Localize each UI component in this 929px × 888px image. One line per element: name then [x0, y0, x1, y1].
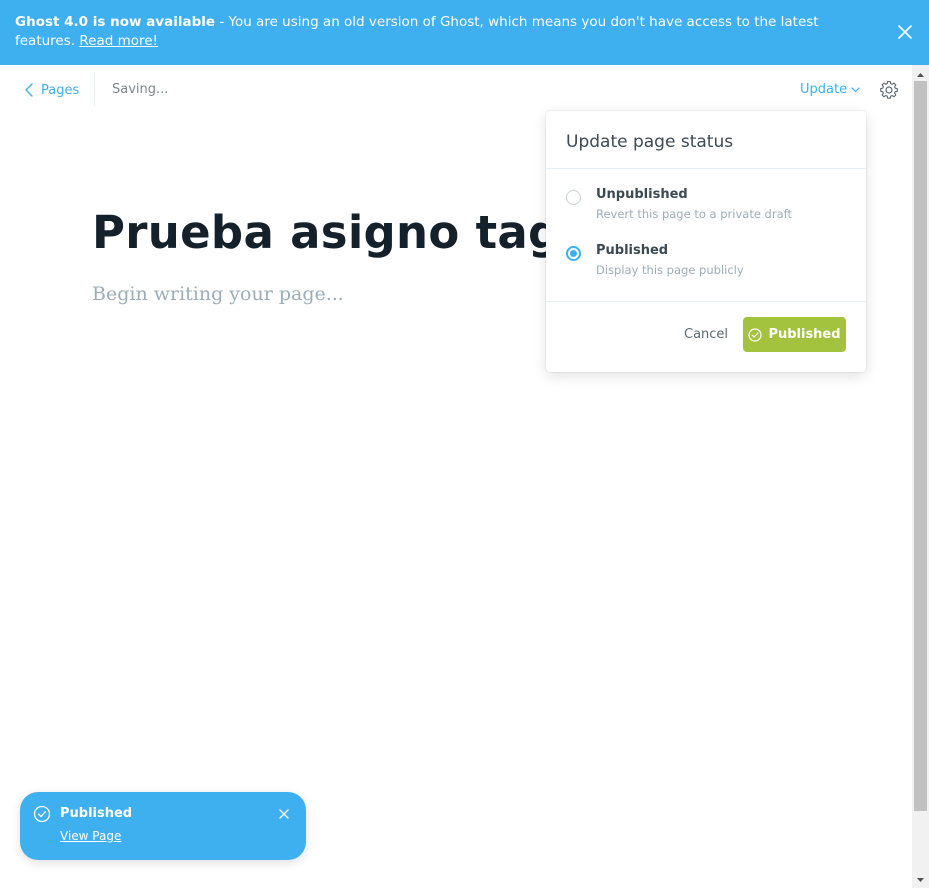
- editor-body-placeholder[interactable]: Begin writing your page...: [92, 283, 344, 305]
- scroll-up-arrow-icon[interactable]: [912, 67, 929, 81]
- option-unpublished[interactable]: Unpublished Revert this page to a privat…: [566, 187, 846, 227]
- back-to-pages-link[interactable]: Pages: [25, 80, 79, 100]
- update-dropdown-trigger[interactable]: Update: [800, 82, 860, 97]
- published-radio[interactable]: [566, 246, 581, 261]
- close-icon[interactable]: [895, 22, 915, 42]
- unpublished-radio[interactable]: [566, 190, 581, 205]
- option-description: Display this page publicly: [596, 263, 744, 277]
- option-label: Unpublished: [596, 187, 688, 202]
- notification-title: Published: [60, 806, 133, 821]
- publish-menu: Update page status Unpublished Revert th…: [546, 111, 866, 372]
- read-more-link[interactable]: Read more!: [79, 33, 158, 49]
- view-page-link[interactable]: View Page: [60, 829, 121, 843]
- cancel-button[interactable]: Cancel: [684, 327, 728, 342]
- published-notification: Published View Page: [20, 792, 306, 860]
- menu-divider: [546, 301, 866, 302]
- upgrade-banner: Ghost 4.0 is now available - You are usi…: [0, 0, 929, 65]
- published-button[interactable]: Published: [743, 317, 846, 352]
- chevron-left-icon: [25, 83, 33, 97]
- gear-icon[interactable]: [879, 80, 899, 100]
- published-button-label: Published: [768, 327, 841, 342]
- close-icon[interactable]: [276, 806, 292, 822]
- scrollbar-thumb[interactable]: [914, 81, 927, 811]
- check-circle-icon: [748, 327, 763, 342]
- save-status: Saving...: [112, 82, 169, 97]
- option-label: Published: [596, 243, 669, 258]
- option-published[interactable]: Published Display this page publicly: [566, 243, 846, 283]
- update-label: Update: [800, 82, 848, 97]
- scroll-down-arrow-icon[interactable]: [912, 872, 929, 886]
- back-label: Pages: [41, 82, 80, 98]
- header-divider: [94, 72, 95, 106]
- vertical-scrollbar[interactable]: [912, 65, 929, 888]
- banner-text: Ghost 4.0 is now available - You are usi…: [15, 13, 865, 51]
- publish-menu-title: Update page status: [566, 132, 734, 152]
- banner-headline: Ghost 4.0 is now available: [15, 14, 216, 30]
- check-circle-icon: [33, 805, 51, 823]
- chevron-down-icon: [851, 86, 860, 92]
- option-description: Revert this page to a private draft: [596, 207, 792, 221]
- menu-divider: [546, 168, 866, 169]
